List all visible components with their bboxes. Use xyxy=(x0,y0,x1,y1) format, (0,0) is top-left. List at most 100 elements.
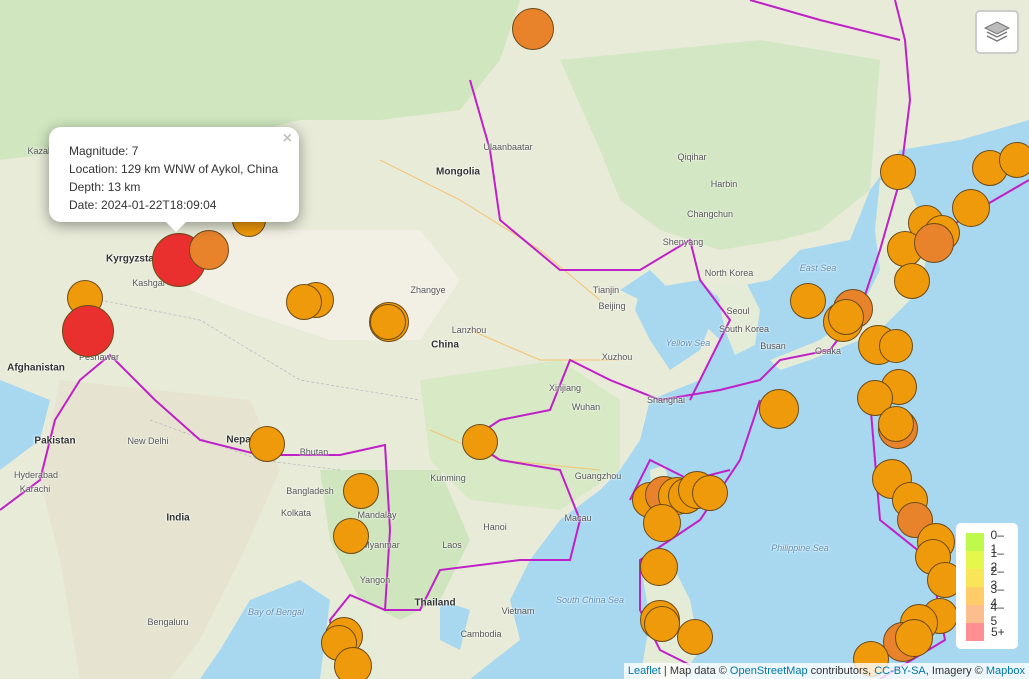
map-label: Yellow Sea xyxy=(665,338,711,348)
map-label: Ulaanbaatar xyxy=(483,142,533,152)
plains-region xyxy=(40,380,280,679)
map-label: South Korea xyxy=(718,324,770,334)
map-label: East Sea xyxy=(799,263,837,273)
map-label: Busan xyxy=(760,341,786,351)
earthquake-marker[interactable] xyxy=(333,518,369,554)
earthquake-marker[interactable] xyxy=(334,647,372,679)
map-label: India xyxy=(166,512,190,524)
earthquake-marker[interactable] xyxy=(370,304,406,340)
map-label: Hyderabad xyxy=(13,470,59,480)
legend-swatch xyxy=(966,569,984,587)
map-label: New Delhi xyxy=(127,436,169,446)
legend-item: 4–5 xyxy=(966,600,1010,628)
map-label: Osaka xyxy=(814,346,842,356)
map-label: Bhutan xyxy=(299,447,329,457)
map-label: Harbin xyxy=(710,179,738,189)
earthquake-marker[interactable] xyxy=(879,329,913,363)
map-attribution: Leaflet | Map data © OpenStreetMap contr… xyxy=(623,663,1029,679)
legend-swatch xyxy=(966,551,984,569)
popup-tip xyxy=(166,222,186,232)
cc-by-sa-link[interactable]: CC-BY-SA xyxy=(874,665,926,677)
earthquake-marker[interactable] xyxy=(914,223,954,263)
earthquake-marker[interactable] xyxy=(462,424,498,460)
earthquake-marker[interactable] xyxy=(894,263,930,299)
earthquake-marker[interactable] xyxy=(62,305,114,357)
map-label: Yangon xyxy=(359,575,391,585)
earthquake-marker[interactable] xyxy=(895,619,933,657)
earthquake-marker[interactable] xyxy=(759,389,799,429)
earthquake-marker[interactable] xyxy=(999,142,1029,178)
popup-close-button[interactable]: × xyxy=(283,130,292,148)
legend-swatch xyxy=(966,623,984,641)
map-label: Afghanistan xyxy=(7,362,65,374)
popup-date: Date: 2024-01-22T18:09:04 xyxy=(69,198,217,212)
layers-control-button[interactable] xyxy=(975,10,1019,54)
legend-label: 5+ xyxy=(991,625,1005,639)
earthquake-marker[interactable] xyxy=(343,473,379,509)
map-label: Pakistan xyxy=(34,435,76,447)
map-label: Xuzhou xyxy=(601,352,633,362)
legend-item: 5+ xyxy=(966,623,1010,641)
korea-peninsula xyxy=(715,280,760,355)
map-label: China xyxy=(431,339,459,351)
earthquake-marker[interactable] xyxy=(828,299,864,335)
popup-depth: Depth: 13 km xyxy=(69,180,141,194)
map-label: Vietnam xyxy=(501,606,535,616)
map-label: Zhangye xyxy=(410,285,446,295)
map-label: Changchun xyxy=(686,209,734,219)
earthquake-marker[interactable] xyxy=(692,475,728,511)
legend-swatch xyxy=(966,587,984,605)
map-label: Mandalay xyxy=(357,510,397,520)
map-label: Shenyang xyxy=(662,237,704,247)
map-label: South China Sea xyxy=(555,595,625,605)
attribution-text: contributors, xyxy=(807,665,875,677)
map-label: Lanzhou xyxy=(451,325,487,335)
earthquake-marker[interactable] xyxy=(880,154,916,190)
map-label: Shanghai xyxy=(646,395,686,405)
earthquake-marker[interactable] xyxy=(677,619,713,655)
map-label: Beijing xyxy=(598,301,626,311)
map-label: Thailand xyxy=(414,597,456,609)
legend-label: 4–5 xyxy=(990,600,1004,628)
popup-location: Location: 129 km WNW of Aykol, China xyxy=(69,162,279,176)
map-label: Macau xyxy=(564,513,592,523)
earthquake-marker[interactable] xyxy=(640,548,678,586)
map-label: Mongolia xyxy=(436,166,480,178)
magnitude-legend: 0–1 1–2 2–3 3–4 4–5 5+ xyxy=(956,523,1018,649)
map-label: Cambodia xyxy=(460,629,502,639)
earthquake-marker[interactable] xyxy=(512,8,554,50)
legend-swatch xyxy=(966,533,984,551)
layers-icon xyxy=(983,21,1011,42)
mapbox-link[interactable]: Mapbox xyxy=(986,665,1025,677)
map-label: Guangzhou xyxy=(574,471,622,481)
map-label: Laos xyxy=(442,540,462,550)
legend-swatch xyxy=(966,605,984,623)
earthquake-marker[interactable] xyxy=(189,230,229,270)
map-label: Karachi xyxy=(19,484,51,494)
openstreetmap-link[interactable]: OpenStreetMap xyxy=(730,665,808,677)
map-label: North Korea xyxy=(704,268,754,278)
earthquake-marker[interactable] xyxy=(644,606,680,642)
map-label: Seoul xyxy=(726,306,750,316)
map-label: Hanoi xyxy=(483,522,507,532)
earthquake-popup: × Magnitude: 7 Location: 129 km WNW of A… xyxy=(49,127,299,232)
earthquake-marker[interactable] xyxy=(952,189,990,227)
attribution-text: , Imagery © xyxy=(925,665,986,677)
earthquake-marker[interactable] xyxy=(878,406,914,442)
map-label: Qiqihar xyxy=(677,152,707,162)
map-label: Kolkata xyxy=(280,508,312,518)
map-label: Xinjiang xyxy=(548,383,582,393)
leaflet-link[interactable]: Leaflet xyxy=(628,665,661,677)
earthquake-marker[interactable] xyxy=(286,284,322,320)
map-label: Bay of Bengal xyxy=(247,607,305,617)
attribution-text: | Map data © xyxy=(660,665,730,677)
map-label: Philippine Sea xyxy=(771,543,829,553)
map-label: Tianjin xyxy=(592,285,620,295)
map-label: Bengaluru xyxy=(147,617,189,627)
map-label: Wuhan xyxy=(571,402,601,412)
earthquake-marker[interactable] xyxy=(249,426,285,462)
popup-magnitude: Magnitude: 7 xyxy=(69,144,139,158)
earthquake-marker[interactable] xyxy=(790,283,826,319)
earthquake-marker[interactable] xyxy=(643,504,681,542)
map-container[interactable]: Mongolia Kyrgyzstan China Afghanistan Pakist… xyxy=(0,0,1029,679)
